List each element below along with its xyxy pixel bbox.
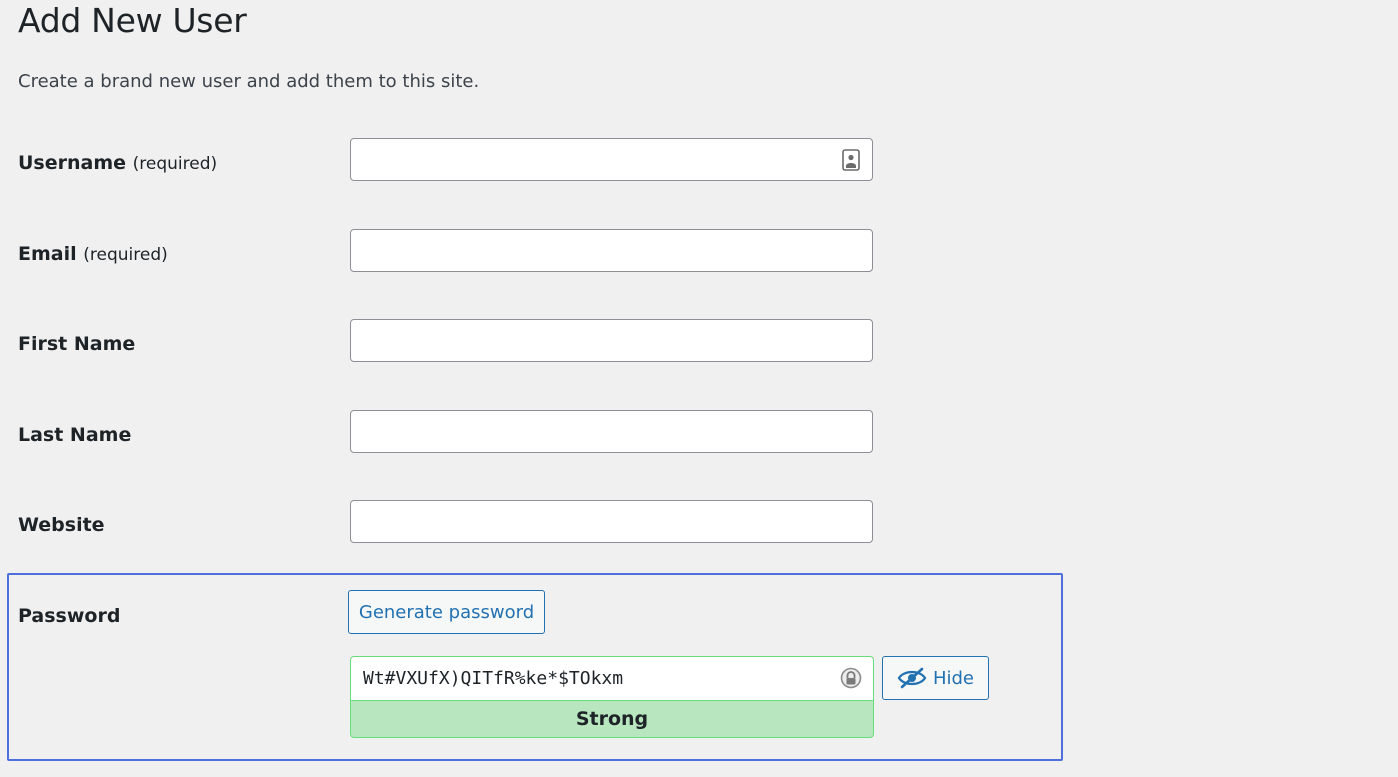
- username-required-note: (required): [132, 154, 218, 174]
- last-name-label: Last Name: [18, 424, 132, 446]
- email-input[interactable]: [350, 229, 873, 272]
- email-label-text: Email: [18, 243, 77, 265]
- username-input[interactable]: [350, 138, 873, 181]
- username-label: Username (required): [18, 151, 217, 176]
- page-description: Create a brand new user and add them to …: [18, 71, 480, 92]
- username-label-text: Username: [18, 152, 127, 174]
- password-strength-meter: Strong: [350, 700, 874, 738]
- last-name-input[interactable]: [350, 410, 873, 453]
- hide-button-label: Hide: [932, 667, 975, 689]
- website-input[interactable]: [350, 500, 873, 543]
- generate-password-button[interactable]: Generate password: [348, 590, 545, 634]
- password-input[interactable]: [350, 656, 874, 700]
- first-name-label: First Name: [18, 333, 136, 355]
- page-title: Add New User: [18, 1, 247, 40]
- password-label: Password: [18, 605, 121, 627]
- eye-slash-icon: [897, 667, 927, 689]
- contact-card-icon[interactable]: [842, 149, 860, 171]
- email-label: Email (required): [18, 242, 168, 267]
- website-label: Website: [18, 514, 105, 536]
- first-name-input[interactable]: [350, 319, 873, 362]
- password-manager-icon[interactable]: [840, 666, 862, 690]
- email-required-note: (required): [83, 245, 168, 265]
- hide-password-button[interactable]: Hide: [882, 656, 989, 700]
